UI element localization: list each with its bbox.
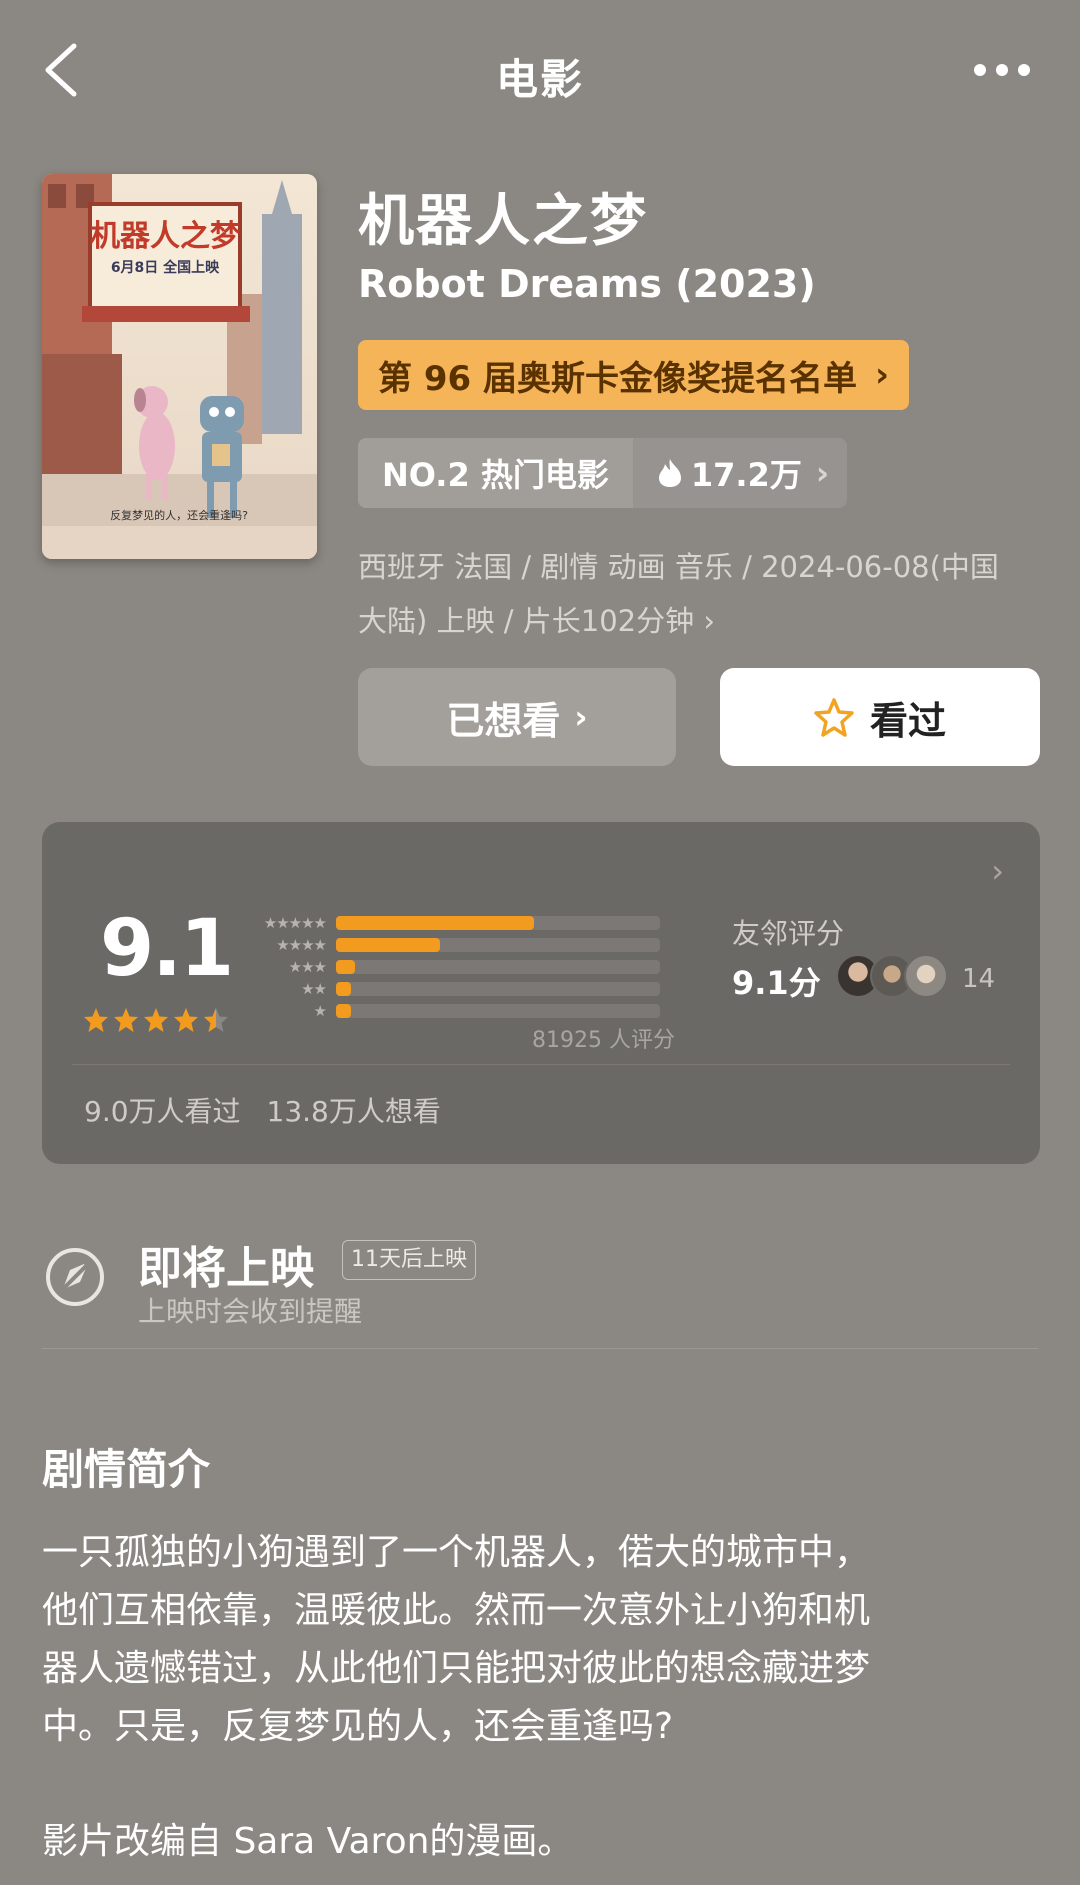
want-count: 13.8万人想看 bbox=[266, 1095, 441, 1128]
watched-button[interactable]: 看过 bbox=[720, 668, 1040, 766]
distribution-stars: ★★★★ bbox=[276, 936, 327, 954]
distribution-track bbox=[336, 982, 660, 996]
distribution-bar bbox=[336, 982, 351, 996]
friends-count: 14 bbox=[962, 964, 996, 994]
distribution-track bbox=[336, 916, 660, 930]
award-label: 第 96 届奥斯卡金像奖提名名单 bbox=[378, 358, 857, 399]
upcoming-subtitle: 上映时会收到提醒 bbox=[138, 1295, 363, 1328]
synopsis-line: 他们互相依靠，温暖彼此。然而一次意外让小狗和机 bbox=[42, 1590, 871, 1631]
distribution-row: ★★ bbox=[256, 978, 660, 1000]
upcoming-title: 即将上映 bbox=[138, 1243, 314, 1294]
heat-value: 17.2万 bbox=[690, 456, 802, 494]
distribution-bar bbox=[336, 916, 534, 930]
movie-poster[interactable]: 反复梦见的人，还会重逢吗? 机器人之梦 6月8日 全国上映 bbox=[42, 174, 317, 559]
distribution-row: ★★★★ bbox=[256, 934, 660, 956]
rating-count: 81925 人评分 bbox=[532, 1028, 675, 1053]
star-icon bbox=[174, 1008, 198, 1032]
rating-card[interactable]: › 9.1 ★★★★★ ★★★★ ★★★ ★★ ★ 81925 人评分 友邻评分 9.1… bbox=[42, 822, 1040, 1164]
chevron-right-icon: › bbox=[875, 355, 890, 395]
want-label: 已想看 bbox=[446, 698, 561, 743]
star-icon bbox=[114, 1008, 138, 1032]
synopsis-line: 器人遗憾错过，从此他们只能把对彼此的想念藏进梦 bbox=[42, 1648, 871, 1689]
score-stars bbox=[82, 1006, 232, 1034]
section-divider bbox=[42, 1348, 1038, 1349]
poster-date-line: 6月8日 全国上映 bbox=[111, 259, 220, 276]
want-to-watch-button[interactable]: 已想看 › bbox=[358, 668, 676, 766]
friends-avatars[interactable] bbox=[836, 954, 948, 998]
distribution-track bbox=[336, 960, 660, 974]
rank-label: NO.2 热门电影 bbox=[358, 438, 633, 508]
synopsis-line: 一只孤独的小狗遇到了一个机器人，偌大的城市中， bbox=[42, 1532, 871, 1573]
meta-line-2-wrap: 大陆) 上映 / 片长102分钟 › bbox=[358, 594, 1048, 648]
chevron-right-icon: › bbox=[574, 698, 588, 736]
distribution-track bbox=[336, 938, 660, 952]
card-divider bbox=[72, 1064, 1010, 1065]
synopsis-title: 剧情简介 bbox=[42, 1445, 211, 1494]
bell-off-icon[interactable] bbox=[44, 1246, 106, 1308]
star-icon bbox=[144, 1008, 168, 1032]
upcoming-badge: 11天后上映 bbox=[342, 1240, 476, 1280]
movie-english-title: Robot Dreams (2023) bbox=[358, 262, 816, 306]
distribution-row: ★ bbox=[256, 1000, 660, 1022]
poster-tagline: 反复梦见的人，还会重逢吗? bbox=[110, 508, 248, 522]
synopsis-note: 影片改编自 Sara Varon的漫画。 bbox=[42, 1821, 574, 1862]
chevron-right-icon: › bbox=[991, 852, 1004, 890]
movie-title: 机器人之梦 bbox=[358, 189, 648, 254]
meta-line-2: 大陆) 上映 / 片长102分钟 bbox=[358, 604, 695, 638]
star-half-icon bbox=[204, 1008, 228, 1032]
distribution-track bbox=[336, 1004, 660, 1018]
distribution-bar bbox=[336, 938, 440, 952]
top-bar: 电影 bbox=[0, 0, 1080, 140]
watched-count: 9.0万人看过 bbox=[84, 1095, 241, 1128]
rating-score: 9.1 bbox=[100, 904, 234, 994]
chevron-right-icon: › bbox=[815, 454, 830, 492]
seen-label: 看过 bbox=[869, 698, 946, 743]
friends-rating-score: 9.1分 bbox=[732, 964, 821, 1002]
distribution-stars: ★★ bbox=[301, 980, 327, 998]
friends-rating-label: 友邻评分 bbox=[732, 917, 845, 950]
chevron-right-icon: › bbox=[703, 604, 715, 638]
heat-badge: 17.2万 › bbox=[632, 438, 848, 508]
poster-illustration: 反复梦见的人，还会重逢吗? 机器人之梦 6月8日 全国上映 bbox=[42, 174, 317, 559]
avatar bbox=[904, 954, 948, 998]
fire-icon bbox=[658, 459, 681, 487]
rating-distribution: ★★★★★ ★★★★ ★★★ ★★ ★ bbox=[256, 912, 660, 1022]
distribution-bar bbox=[336, 1004, 351, 1018]
more-icon[interactable] bbox=[972, 62, 1032, 78]
distribution-row: ★★★ bbox=[256, 956, 660, 978]
distribution-stars: ★★★★★ bbox=[263, 914, 327, 932]
distribution-bar bbox=[336, 960, 356, 974]
star-icon bbox=[84, 1008, 108, 1032]
award-banner[interactable]: 第 96 届奥斯卡金像奖提名名单 › bbox=[358, 340, 910, 410]
distribution-stars: ★ bbox=[313, 1002, 327, 1020]
poster-title: 机器人之梦 bbox=[90, 219, 240, 254]
synopsis-text: 一只孤独的小狗遇到了一个机器人，偌大的城市中， 他们互相依靠，温暖彼此。然而一次… bbox=[42, 1524, 1042, 1756]
meta-line-1: 西班牙 法国 / 剧情 动画 音乐 / 2024-06-08(中国 bbox=[358, 550, 999, 584]
distribution-row: ★★★★★ bbox=[256, 912, 660, 934]
synopsis-line: 中。只是，反复梦见的人，还会重逢吗? bbox=[42, 1706, 674, 1747]
distribution-stars: ★★★ bbox=[288, 958, 327, 976]
movie-meta[interactable]: 西班牙 法国 / 剧情 动画 音乐 / 2024-06-08(中国 大陆) 上映… bbox=[358, 540, 1048, 648]
rank-banner[interactable]: NO.2 热门电影 17.2万 › bbox=[358, 438, 848, 508]
page-title: 电影 bbox=[495, 55, 584, 104]
star-outline-icon bbox=[814, 698, 854, 737]
watch-stats: 9.0万人看过 13.8万人想看 bbox=[84, 1090, 441, 1130]
